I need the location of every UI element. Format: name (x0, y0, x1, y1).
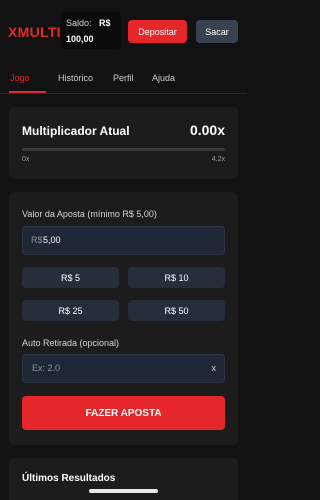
withdraw-button[interactable]: Sacar (196, 20, 238, 43)
multiplier-title: Multiplicador Atual (22, 124, 130, 138)
multiplier-value: 0.00x (189, 122, 225, 138)
tab-ajuda[interactable]: Ajuda (152, 73, 175, 83)
results-title: Últimos Resultados (22, 473, 116, 484)
deposit-button[interactable]: Depositar (128, 20, 187, 43)
multiplier-min-label: 0x (22, 156, 30, 163)
tab-perfil[interactable]: Perfil (113, 73, 134, 83)
clear-icon[interactable]: x (212, 363, 217, 373)
quick-amount-25-button[interactable]: R$ 25 (22, 300, 119, 321)
quick-amount-5-button[interactable]: R$ 5 (22, 267, 119, 288)
auto-cashout-label: Auto Retirada (opcional) (22, 338, 120, 348)
bet-card: Valor da Aposta (mínimo R$ 5,00) R$ 5,00… (9, 192, 238, 445)
multiplier-progress-track (22, 148, 225, 151)
app-header: XMULTI Saldo: R$ 100,00 Depositar Sacar (0, 0, 247, 62)
tab-bar: Jogo Histórico Perfil Ajuda (0, 62, 247, 94)
bet-amount-label: Valor da Aposta (mínimo R$ 5,00) (22, 209, 157, 219)
results-card: Últimos Resultados (9, 458, 238, 500)
balance-currency: R$ (99, 18, 111, 28)
auto-cashout-input[interactable]: Ex: 2.0 x (22, 354, 225, 383)
balance-box: Saldo: R$ 100,00 (61, 12, 121, 49)
multiplier-max-label: 4.2x (211, 156, 225, 163)
active-tab-indicator (9, 91, 46, 93)
auto-cashout-placeholder: Ex: 2.0 (32, 363, 61, 373)
currency-prefix: R$ (31, 235, 43, 245)
tab-jogo[interactable]: Jogo (10, 73, 30, 83)
multiplier-card: Multiplicador Atual 0.00x 0x 4.2x (9, 107, 238, 179)
place-bet-button[interactable]: FAZER APOSTA (22, 396, 225, 430)
quick-amount-10-button[interactable]: R$ 10 (128, 267, 225, 288)
tab-historico[interactable]: Histórico (58, 73, 93, 83)
app-logo: XMULTI (8, 24, 61, 40)
balance-label: Saldo: (66, 18, 92, 28)
home-indicator[interactable] (89, 489, 158, 493)
bet-amount-input[interactable]: R$ 5,00 (22, 226, 225, 255)
balance-value: 100,00 (66, 34, 94, 44)
bet-amount-value: 5,00 (43, 235, 61, 245)
quick-amount-50-button[interactable]: R$ 50 (128, 300, 225, 321)
